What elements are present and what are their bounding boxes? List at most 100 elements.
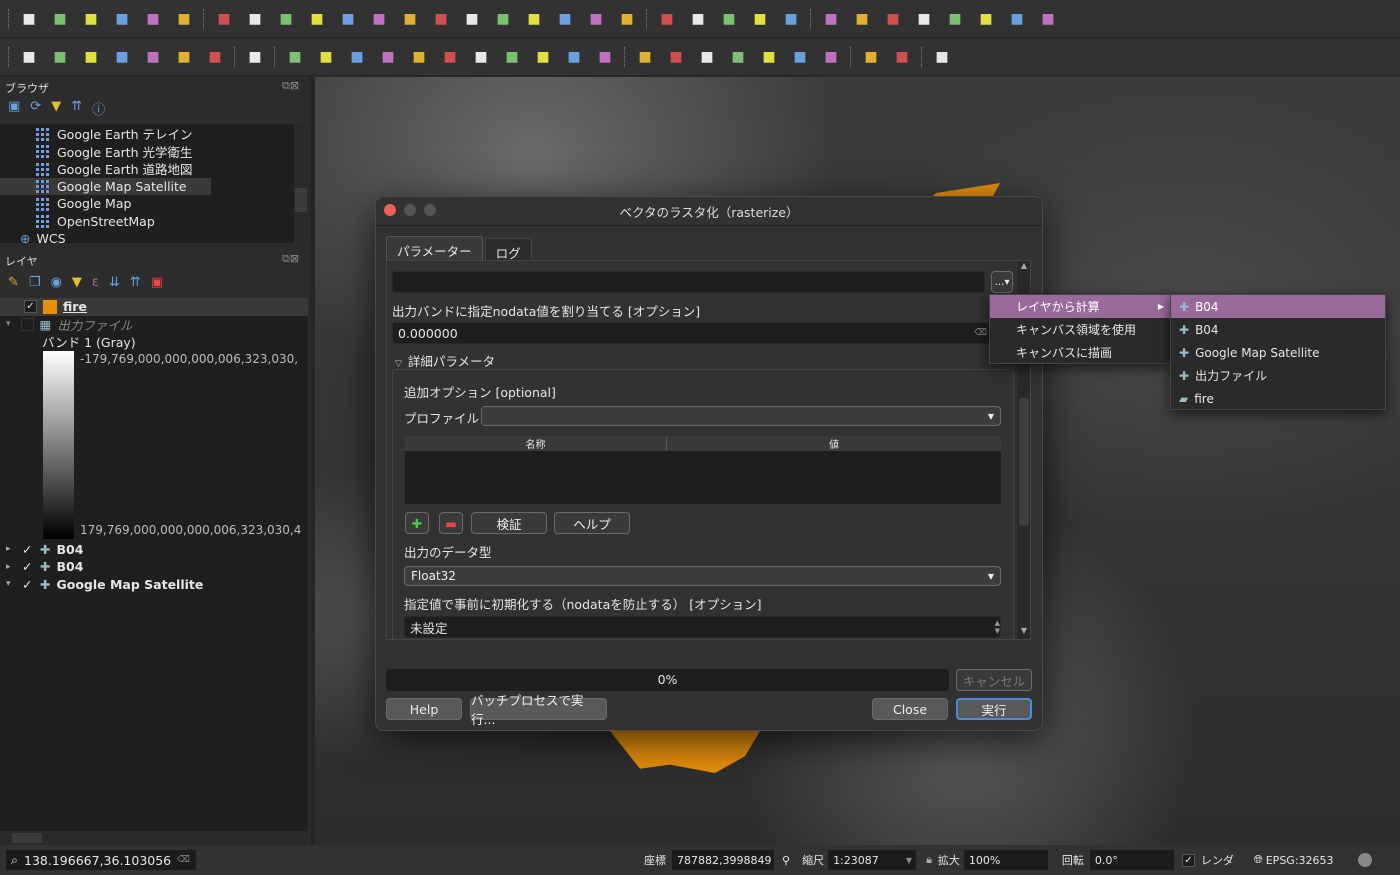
- select-location-icon[interactable]: ■: [779, 7, 803, 31]
- delete-icon[interactable]: ■: [438, 45, 462, 69]
- zoom-full-icon[interactable]: ■: [336, 7, 360, 31]
- zoom-in-icon[interactable]: ■: [274, 7, 298, 31]
- run-button[interactable]: 実行: [956, 698, 1032, 720]
- help-options-button[interactable]: ヘルプ: [554, 512, 630, 534]
- globe-icon[interactable]: 🌐︎: [1254, 853, 1263, 867]
- column-header-name[interactable]: 名称: [405, 436, 667, 451]
- checkbox[interactable]: ✓: [22, 577, 40, 592]
- select-features-icon[interactable]: ■: [686, 7, 710, 31]
- new-memory-icon[interactable]: ■: [172, 45, 196, 69]
- zoom-to-selection-icon[interactable]: ■: [367, 7, 391, 31]
- clock-icon[interactable]: ■: [615, 7, 639, 31]
- label-show-icon[interactable]: ■: [726, 45, 750, 69]
- diagram-icon[interactable]: ■: [664, 45, 688, 69]
- pan-icon[interactable]: ■: [212, 7, 236, 31]
- locator-search[interactable]: ⌕ 138.196667,36.103056 ⌫: [6, 850, 196, 870]
- collapse-icon[interactable]: ⇈: [71, 99, 82, 118]
- expression-icon[interactable]: ε: [92, 275, 99, 290]
- init-value-spinbox[interactable]: 未設定 ▲ ▼: [404, 616, 1001, 638]
- annotation-icon[interactable]: ■: [1005, 7, 1029, 31]
- style-icon[interactable]: ✎: [8, 275, 19, 290]
- expand-icon[interactable]: ▸: [6, 544, 22, 554]
- lock-icon[interactable]: 🔒︎: [926, 853, 932, 867]
- browser-scrollbar[interactable]: [294, 124, 308, 243]
- spin-arrows-icon[interactable]: ▲ ▼: [995, 619, 1000, 635]
- add-group-icon[interactable]: ❐: [29, 275, 41, 290]
- submenu-item[interactable]: ▰ fire: [1171, 387, 1385, 410]
- submenu-item[interactable]: ✚ 出力ファイル: [1171, 364, 1385, 387]
- horizontal-scrollbar[interactable]: [0, 831, 308, 845]
- tree-item[interactable]: Google Map: [0, 195, 211, 213]
- current-edits-icon[interactable]: ■: [243, 45, 267, 69]
- temporal-icon[interactable]: ■: [584, 7, 608, 31]
- attribute-table-icon[interactable]: ■: [850, 7, 874, 31]
- zoom-next-icon[interactable]: ■: [491, 7, 515, 31]
- menu-item[interactable]: キャンバス領域を使用: [990, 318, 1170, 341]
- magnifier-spinbox[interactable]: 100%: [963, 850, 1048, 870]
- zoom-out-icon[interactable]: ■: [305, 7, 329, 31]
- expand-icon[interactable]: ▾: [6, 319, 11, 329]
- tree-item[interactable]: OpenStreetMap: [0, 213, 211, 231]
- new-project-icon[interactable]: ■: [17, 7, 41, 31]
- menu-item[interactable]: キャンバスに描画: [990, 341, 1170, 364]
- layer-item[interactable]: ▾ ✓ ✚ Google Map Satellite: [0, 576, 308, 594]
- filter-icon[interactable]: ▼: [51, 99, 61, 118]
- new-virtual-icon[interactable]: ■: [203, 45, 227, 69]
- submenu-item[interactable]: ✚ B04: [1171, 318, 1385, 341]
- close-button[interactable]: Close: [872, 698, 948, 720]
- add-row-button[interactable]: ✚: [405, 512, 429, 534]
- add-feature-icon[interactable]: ■: [345, 45, 369, 69]
- identify-icon[interactable]: ■: [819, 7, 843, 31]
- layer-output[interactable]: ▾ ▦ 出力ファイル: [0, 316, 308, 334]
- label-icon[interactable]: ■: [633, 45, 657, 69]
- new-bookmark-icon[interactable]: ■: [522, 7, 546, 31]
- zoom-to-layer-icon[interactable]: ■: [398, 7, 422, 31]
- open-table-icon[interactable]: ■: [943, 7, 967, 31]
- dock-buttons[interactable]: ⧉⊠: [282, 79, 299, 93]
- info-icon[interactable]: ⓘ: [92, 99, 105, 118]
- statistics-icon[interactable]: ■: [912, 7, 936, 31]
- layer-item[interactable]: ▸ ✓ ✚ B04: [0, 541, 308, 559]
- plugin-manager-icon[interactable]: ■: [859, 45, 883, 69]
- tree-item-wcs[interactable]: ⊕ WCS: [0, 230, 294, 248]
- remove-row-button[interactable]: ▬: [439, 512, 463, 534]
- python-icon[interactable]: ■: [890, 45, 914, 69]
- label-pin-icon[interactable]: ■: [695, 45, 719, 69]
- expand-icon[interactable]: ⇊: [109, 275, 120, 290]
- add-icon[interactable]: ▣: [8, 99, 20, 118]
- cancel-button[interactable]: キャンセル: [956, 669, 1032, 691]
- open-project-icon[interactable]: ■: [48, 7, 72, 31]
- messages-icon[interactable]: [1357, 853, 1372, 867]
- column-header-value[interactable]: 値: [667, 436, 1001, 451]
- layer-item[interactable]: ▸ ✓ ✚ B04: [0, 558, 308, 576]
- copy-icon[interactable]: ■: [500, 45, 524, 69]
- redo-icon[interactable]: ■: [593, 45, 617, 69]
- refresh-icon[interactable]: ■: [655, 7, 679, 31]
- deselect-icon[interactable]: ■: [748, 7, 772, 31]
- layer-fire[interactable]: ✓ fire: [0, 298, 308, 316]
- coordinate-field[interactable]: 787882,3998849: [672, 850, 774, 870]
- vertex-tool-icon[interactable]: ■: [376, 45, 400, 69]
- print-layout-icon[interactable]: ■: [141, 7, 165, 31]
- pan-to-selection-icon[interactable]: ■: [243, 7, 267, 31]
- select-by-value-icon[interactable]: ■: [717, 7, 741, 31]
- map-tips-icon[interactable]: ■: [1036, 7, 1060, 31]
- mouse-icon[interactable]: ⚲: [782, 854, 790, 867]
- label-move-icon[interactable]: ■: [757, 45, 781, 69]
- undo-icon[interactable]: ■: [562, 45, 586, 69]
- save-edits-icon[interactable]: ■: [314, 45, 338, 69]
- add-layer-icon[interactable]: ■: [17, 45, 41, 69]
- clear-icon[interactable]: ⌫: [177, 855, 190, 865]
- help-button[interactable]: Help: [386, 698, 462, 720]
- advanced-toggle[interactable]: ▽ 詳細パラメータ: [395, 351, 495, 370]
- zoom-last-icon[interactable]: ■: [460, 7, 484, 31]
- save-as-icon[interactable]: ■: [110, 7, 134, 31]
- dock-buttons[interactable]: ⧉⊠: [282, 252, 299, 266]
- modify-attributes-icon[interactable]: ■: [407, 45, 431, 69]
- crs-button[interactable]: EPSG:32653: [1266, 854, 1334, 867]
- browse-button[interactable]: …▾: [991, 271, 1013, 293]
- zoom-native-icon[interactable]: ■: [429, 7, 453, 31]
- rotation-spinbox[interactable]: 0.0°: [1089, 850, 1174, 870]
- new-shapefile-icon[interactable]: ■: [110, 45, 134, 69]
- save-project-icon[interactable]: ■: [79, 7, 103, 31]
